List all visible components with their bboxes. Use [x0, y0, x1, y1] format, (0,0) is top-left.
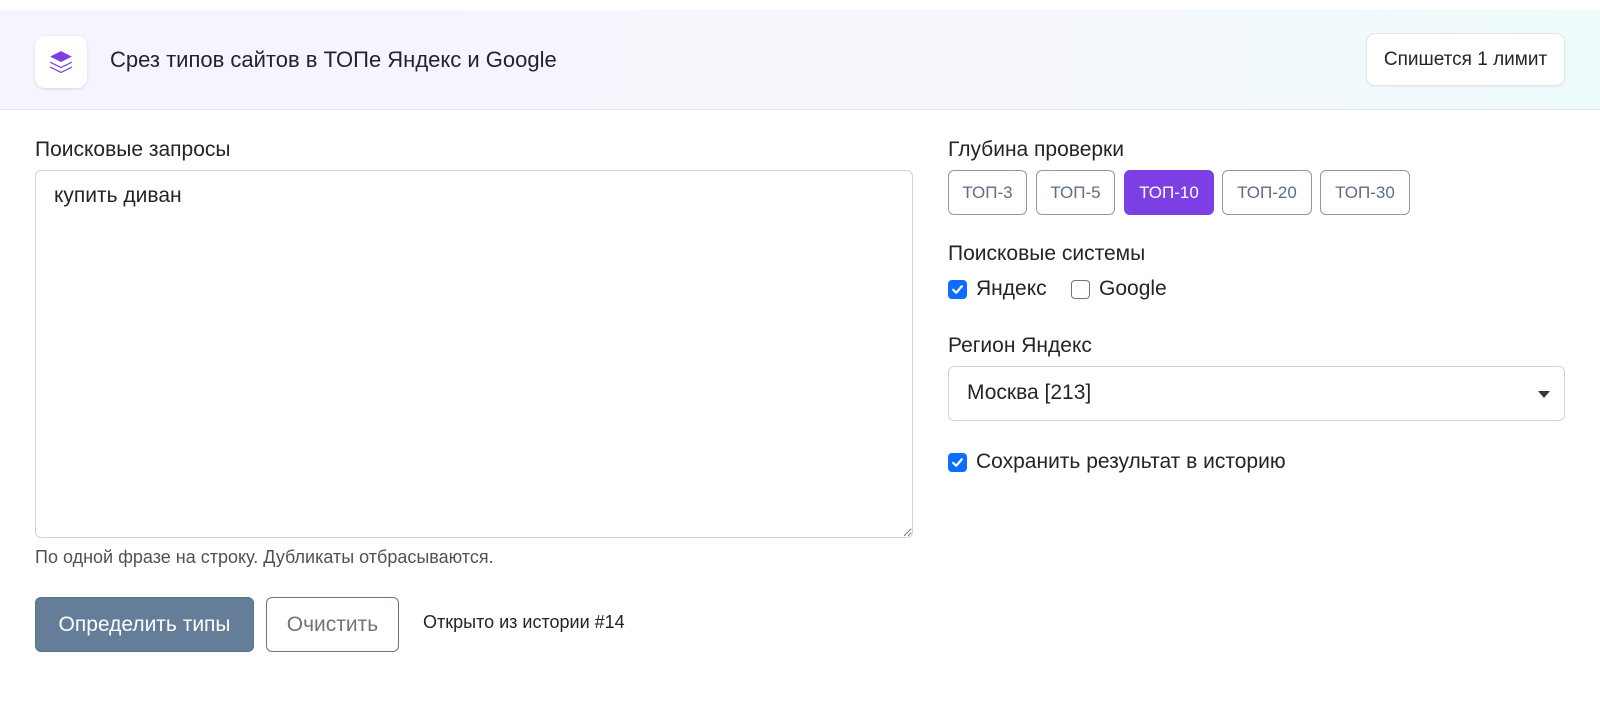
limit-badge: Спишется 1 лимит	[1366, 33, 1565, 86]
page: Срез типов сайтов в ТОПе Яндекс и Google…	[0, 0, 1600, 702]
depth-option-top20[interactable]: ТОП-20	[1222, 170, 1312, 215]
caret-down-icon	[1538, 391, 1550, 398]
depth-option-top10[interactable]: ТОП-10	[1124, 170, 1214, 215]
yandex-checkbox[interactable]	[948, 279, 967, 299]
depth-option-top5[interactable]: ТОП-5	[1036, 170, 1115, 215]
depth-option-top30[interactable]: ТОП-30	[1320, 170, 1410, 215]
header-bar: Срез типов сайтов в ТОПе Яндекс и Google…	[0, 10, 1600, 110]
yandex-label: Яндекс	[976, 277, 1047, 300]
region-select[interactable]: Москва [213]	[948, 366, 1565, 421]
google-checkbox-row[interactable]: Google	[1071, 277, 1167, 301]
layers-icon	[35, 36, 87, 88]
history-note: Открыто из истории #14	[423, 612, 625, 632]
google-checkbox[interactable]	[1071, 279, 1090, 299]
clear-button[interactable]: Очистить	[266, 597, 399, 652]
queries-label: Поисковые запросы	[35, 138, 231, 161]
save-history-checkbox-row[interactable]: Сохранить результат в историю	[948, 450, 1286, 474]
engines-label: Поисковые системы	[948, 242, 1146, 265]
depth-label: Глубина проверки	[948, 138, 1124, 161]
depth-option-top3[interactable]: ТОП-3	[948, 170, 1027, 215]
save-history-checkbox[interactable]	[948, 452, 967, 472]
google-label: Google	[1099, 277, 1167, 300]
region-label: Регион Яндекс	[948, 334, 1092, 357]
checkmark-icon	[952, 457, 963, 467]
save-history-label: Сохранить результат в историю	[976, 450, 1286, 473]
page-title: Срез типов сайтов в ТОПе Яндекс и Google	[110, 47, 557, 72]
region-selected-value: Москва [213]	[967, 381, 1092, 404]
queries-help-text: По одной фразе на строку. Дубликаты отбр…	[35, 547, 494, 567]
queries-textarea[interactable]: купить диван	[35, 170, 913, 538]
yandex-checkbox-row[interactable]: Яндекс	[948, 277, 1047, 301]
determine-types-button[interactable]: Определить типы	[35, 597, 254, 652]
checkmark-icon	[952, 284, 963, 294]
